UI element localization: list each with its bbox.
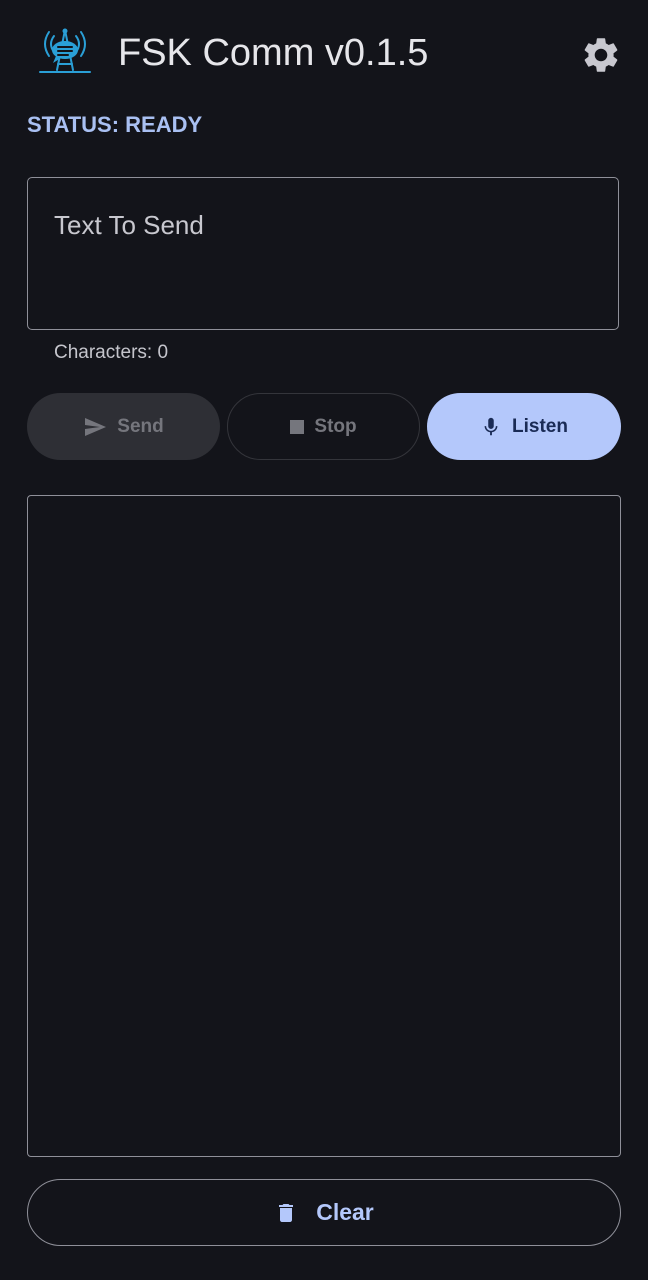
stop-icon (290, 419, 305, 434)
settings-button[interactable] (580, 34, 622, 76)
status-text: STATUS: READY (27, 112, 203, 137)
text-input-placeholder: Text To Send (54, 210, 204, 240)
app-title: FSK Comm v0.1.5 (118, 32, 429, 74)
gear-icon (584, 38, 618, 72)
clear-button[interactable]: Clear (27, 1179, 621, 1246)
received-messages-area[interactable] (27, 495, 621, 1157)
listen-button-label: Listen (512, 415, 568, 437)
character-count: Characters: 0 (54, 342, 169, 363)
app-logo-icon (38, 26, 92, 76)
send-button[interactable]: Send (27, 393, 220, 460)
app-bar: FSK Comm v0.1.5 (0, 0, 648, 108)
trash-icon (274, 1199, 298, 1227)
text-to-send-input[interactable]: Text To Send (27, 177, 619, 330)
send-icon (83, 415, 107, 439)
stop-button[interactable]: Stop (227, 393, 420, 460)
clear-button-label: Clear (316, 1199, 374, 1225)
microphone-icon (480, 415, 502, 439)
send-button-label: Send (117, 415, 164, 437)
stop-button-label: Stop (314, 415, 357, 437)
listen-button[interactable]: Listen (427, 393, 621, 460)
